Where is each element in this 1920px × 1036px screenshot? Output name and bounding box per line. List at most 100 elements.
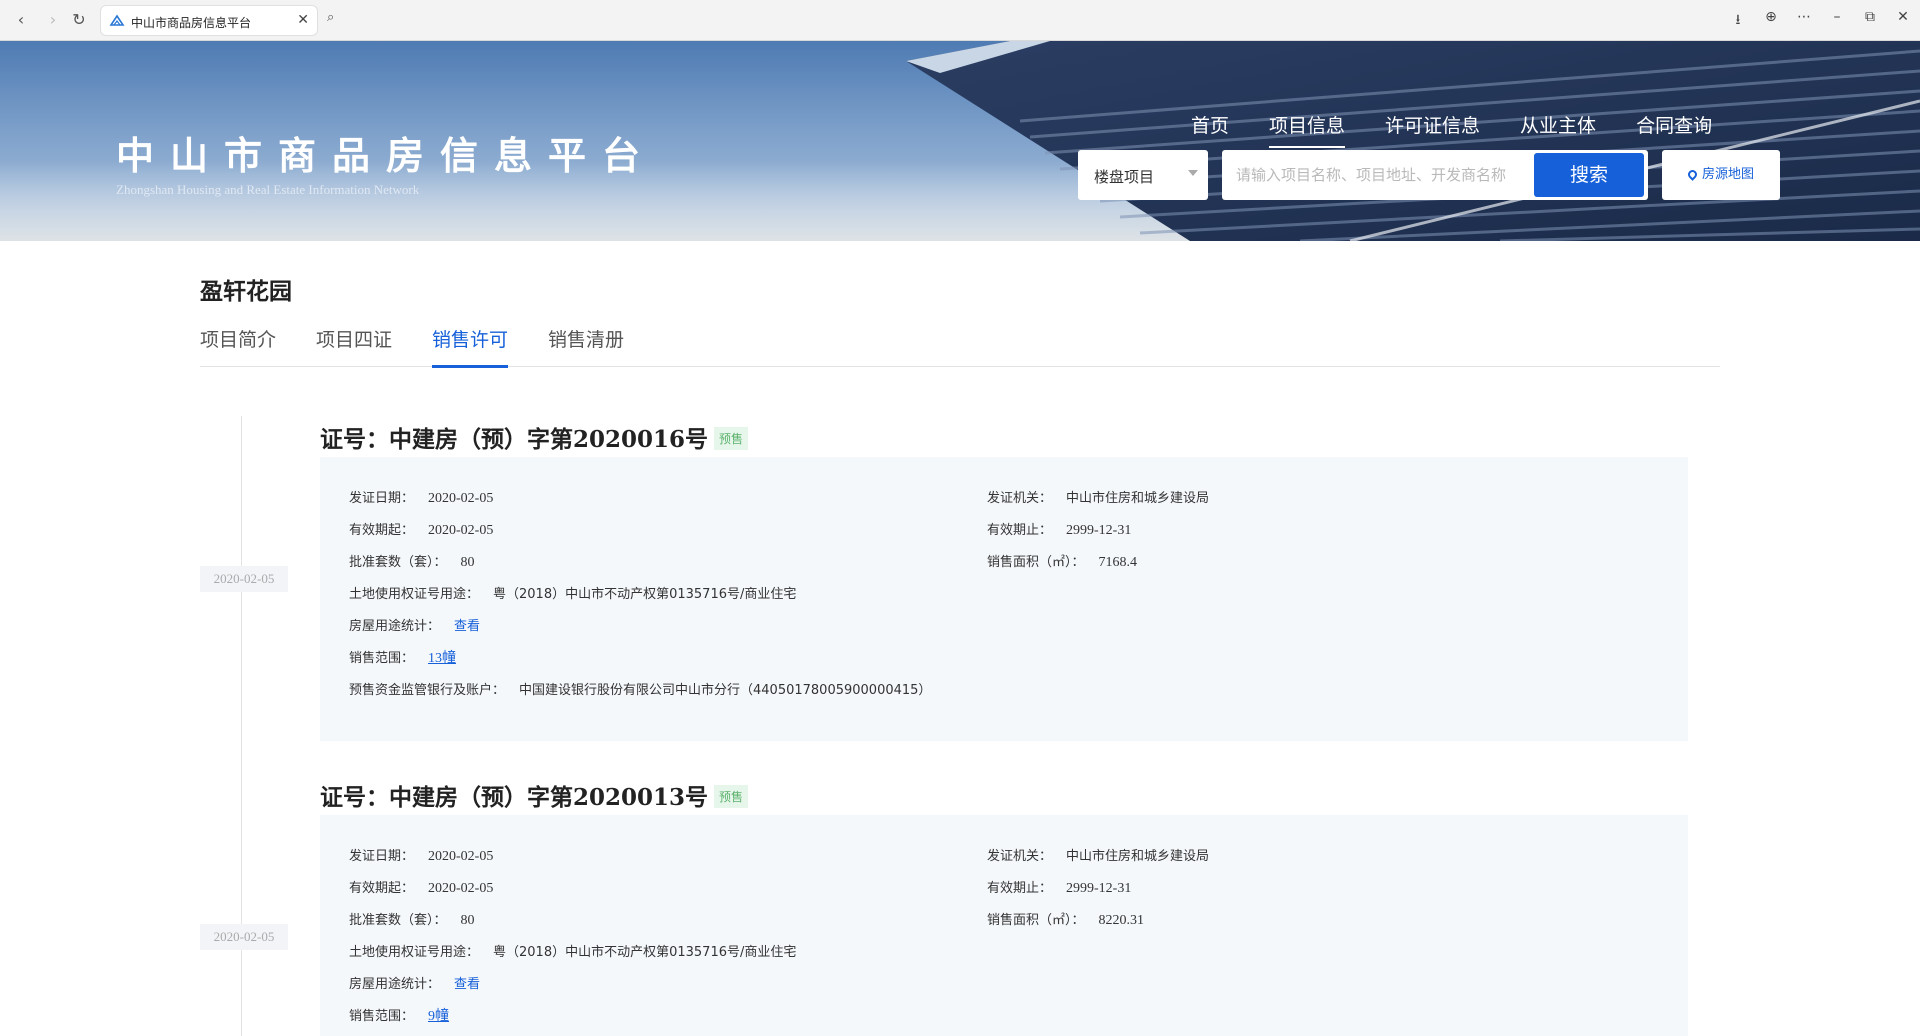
permit-card: 发证日期： 2020-02-05 发证机关： 中山市住房和城乡建设局 有效期起： 20…	[320, 815, 1688, 1036]
valid-to-row: 有效期止： 2999-12-31	[987, 877, 1131, 897]
issuer-label: 发证机关：	[987, 491, 1053, 506]
approved-units-row: 批准套数（套）： 80	[349, 909, 475, 929]
nav-home[interactable]: 首页	[1191, 111, 1229, 148]
sales-scope-link[interactable]: 9幢	[428, 1009, 449, 1024]
nav-contract-query[interactable]: 合同查询	[1636, 111, 1712, 148]
approved-units-row: 批准套数（套）： 80	[349, 551, 475, 571]
download-icon[interactable]: ⭳	[1727, 9, 1749, 33]
usage-stats-row: 房屋用途统计： 查看	[349, 973, 480, 992]
permit-title: 证号：中建房（预）字第2020013号 预售	[320, 778, 749, 812]
approved-units-label: 批准套数（套）：	[349, 913, 447, 928]
reload-icon[interactable]: ↻	[68, 9, 90, 31]
sales-area-label: 销售面积（㎡）：	[987, 555, 1085, 570]
tab-sales-permit[interactable]: 销售许可	[432, 325, 509, 368]
land-cert-row: 土地使用权证号用途： 粤（2018）中山市不动产权第0135716号/商业住宅	[349, 583, 796, 602]
tab-title: 中山市商品房信息平台	[131, 16, 252, 30]
permit-number: 证号：中建房（预）字第2020016号	[320, 426, 709, 453]
land-cert-value: 粤（2018）中山市不动产权第0135716号/商业住宅	[493, 945, 797, 960]
permit-card: 发证日期： 2020-02-05 发证机关： 中山市住房和城乡建设局 有效期起： 20…	[320, 457, 1688, 741]
sales-area-row: 销售面积（㎡）： 7168.4	[987, 551, 1137, 571]
tab-sales-list[interactable]: 销售清册	[548, 325, 624, 367]
approved-units-value: 80	[460, 555, 475, 570]
close-window-icon[interactable]: ✕	[1892, 9, 1914, 25]
issue-date-row: 发证日期： 2020-02-05	[349, 487, 493, 507]
sales-scope-label: 销售范围：	[349, 651, 415, 666]
issue-date-label: 发证日期：	[349, 491, 415, 506]
sales-scope-row: 销售范围： 13幢	[349, 647, 456, 667]
valid-to-row: 有效期止： 2999-12-31	[987, 519, 1131, 539]
valid-from-value: 2020-02-05	[428, 881, 494, 896]
valid-to-value: 2999-12-31	[1066, 881, 1132, 896]
usage-stats-label: 房屋用途统计：	[349, 977, 441, 992]
site-title: 中山市商品房信息平台	[116, 133, 657, 178]
site-logo-icon	[109, 14, 125, 26]
search-type-select[interactable]: 楼盘项目	[1078, 150, 1208, 200]
land-cert-label: 土地使用权证号用途：	[349, 587, 480, 602]
forward-arrow-icon[interactable]: ›	[42, 9, 64, 31]
land-cert-value: 粤（2018）中山市不动产权第0135716号/商业住宅	[493, 587, 797, 602]
issuer-value: 中山市住房和城乡建设局	[1066, 849, 1210, 864]
sales-scope-link[interactable]: 13幢	[428, 651, 456, 666]
land-cert-row: 土地使用权证号用途： 粤（2018）中山市不动产权第0135716号/商业住宅	[349, 941, 796, 960]
usage-stats-link[interactable]: 查看	[454, 619, 480, 634]
usage-stats-label: 房屋用途统计：	[349, 619, 441, 634]
search-button[interactable]: 搜索	[1534, 153, 1644, 197]
hero-banner: 中山市商品房信息平台 Zhongshan Housing and Real Es…	[0, 41, 1920, 241]
sales-area-row: 销售面积（㎡）： 8220.31	[987, 909, 1144, 929]
valid-to-value: 2999-12-31	[1066, 523, 1132, 538]
nav-practitioners[interactable]: 从业主体	[1520, 111, 1596, 148]
presale-badge: 预售	[714, 427, 749, 450]
search-icon[interactable]: ⌕	[327, 10, 334, 25]
location-pin-icon	[1686, 168, 1699, 181]
approved-units-value: 80	[460, 913, 475, 928]
nav-project-info[interactable]: 项目信息	[1269, 111, 1346, 148]
project-tabs: 项目简介 项目四证 销售许可 销售清册	[200, 325, 1720, 368]
valid-from-label: 有效期起：	[349, 523, 415, 538]
search-type-value: 楼盘项目	[1094, 168, 1155, 186]
sales-area-value: 7168.4	[1098, 555, 1138, 570]
site-subtitle: Zhongshan Housing and Real Estate Inform…	[116, 182, 420, 197]
globe-icon[interactable]: ⊕	[1760, 9, 1782, 25]
usage-stats-row: 房屋用途统计： 查看	[349, 615, 480, 634]
permit-number: 证号：中建房（预）字第2020013号	[320, 784, 709, 811]
minimize-icon[interactable]: –	[1826, 9, 1848, 25]
issuer-row: 发证机关： 中山市住房和城乡建设局	[987, 845, 1209, 864]
bank-account-value: 中国建设银行股份有限公司中山市分行（44050178005900000415）	[519, 683, 932, 698]
land-cert-label: 土地使用权证号用途：	[349, 945, 480, 960]
house-map-button[interactable]: 房源地图	[1662, 150, 1780, 200]
issue-date-row: 发证日期： 2020-02-05	[349, 845, 493, 865]
permit-title: 证号：中建房（预）字第2020016号 预售	[320, 420, 749, 454]
issue-date-value: 2020-02-05	[428, 491, 494, 506]
issuer-value: 中山市住房和城乡建设局	[1066, 491, 1210, 506]
restore-icon[interactable]: ⧉	[1859, 9, 1881, 25]
valid-from-value: 2020-02-05	[428, 523, 494, 538]
valid-from-label: 有效期起：	[349, 881, 415, 896]
valid-from-row: 有效期起： 2020-02-05	[349, 877, 493, 897]
browser-toolbar: ‹ › ↻ 中山市商品房信息平台 ✕ ⌕ ⭳ ⊕ ⋯ – ⧉ ✕	[0, 0, 1920, 41]
chevron-down-icon	[1188, 170, 1198, 176]
bank-account-row: 预售资金监管银行及账户： 中国建设银行股份有限公司中山市分行（4405017800…	[349, 679, 931, 698]
project-name: 盈轩花园	[200, 279, 292, 305]
timeline-date: 2020-02-05	[200, 924, 288, 950]
usage-stats-link[interactable]: 查看	[454, 977, 480, 992]
sales-area-value: 8220.31	[1098, 913, 1145, 928]
issuer-label: 发证机关：	[987, 849, 1053, 864]
sales-area-label: 销售面积（㎡）：	[987, 913, 1085, 928]
valid-to-label: 有效期止：	[987, 881, 1053, 896]
approved-units-label: 批准套数（套）：	[349, 555, 447, 570]
house-map-label: 房源地图	[1701, 167, 1754, 182]
browser-tab[interactable]: 中山市商品房信息平台 ✕	[100, 5, 318, 36]
nav-permit-info[interactable]: 许可证信息	[1385, 111, 1480, 148]
tab-four-certificates[interactable]: 项目四证	[316, 325, 392, 367]
search-input[interactable]	[1236, 165, 1526, 185]
main-nav: 首页 项目信息 许可证信息 从业主体 合同查询	[1191, 111, 1752, 148]
bank-account-label: 预售资金监管银行及账户：	[349, 683, 506, 698]
valid-from-row: 有效期起： 2020-02-05	[349, 519, 493, 539]
close-icon[interactable]: ✕	[297, 12, 309, 28]
sales-scope-row: 销售范围： 9幢	[349, 1005, 449, 1025]
issue-date-label: 发证日期：	[349, 849, 415, 864]
timeline-date: 2020-02-05	[200, 566, 288, 592]
back-arrow-icon[interactable]: ‹	[10, 9, 32, 31]
tab-project-intro[interactable]: 项目简介	[200, 325, 276, 367]
more-icon[interactable]: ⋯	[1793, 9, 1815, 25]
